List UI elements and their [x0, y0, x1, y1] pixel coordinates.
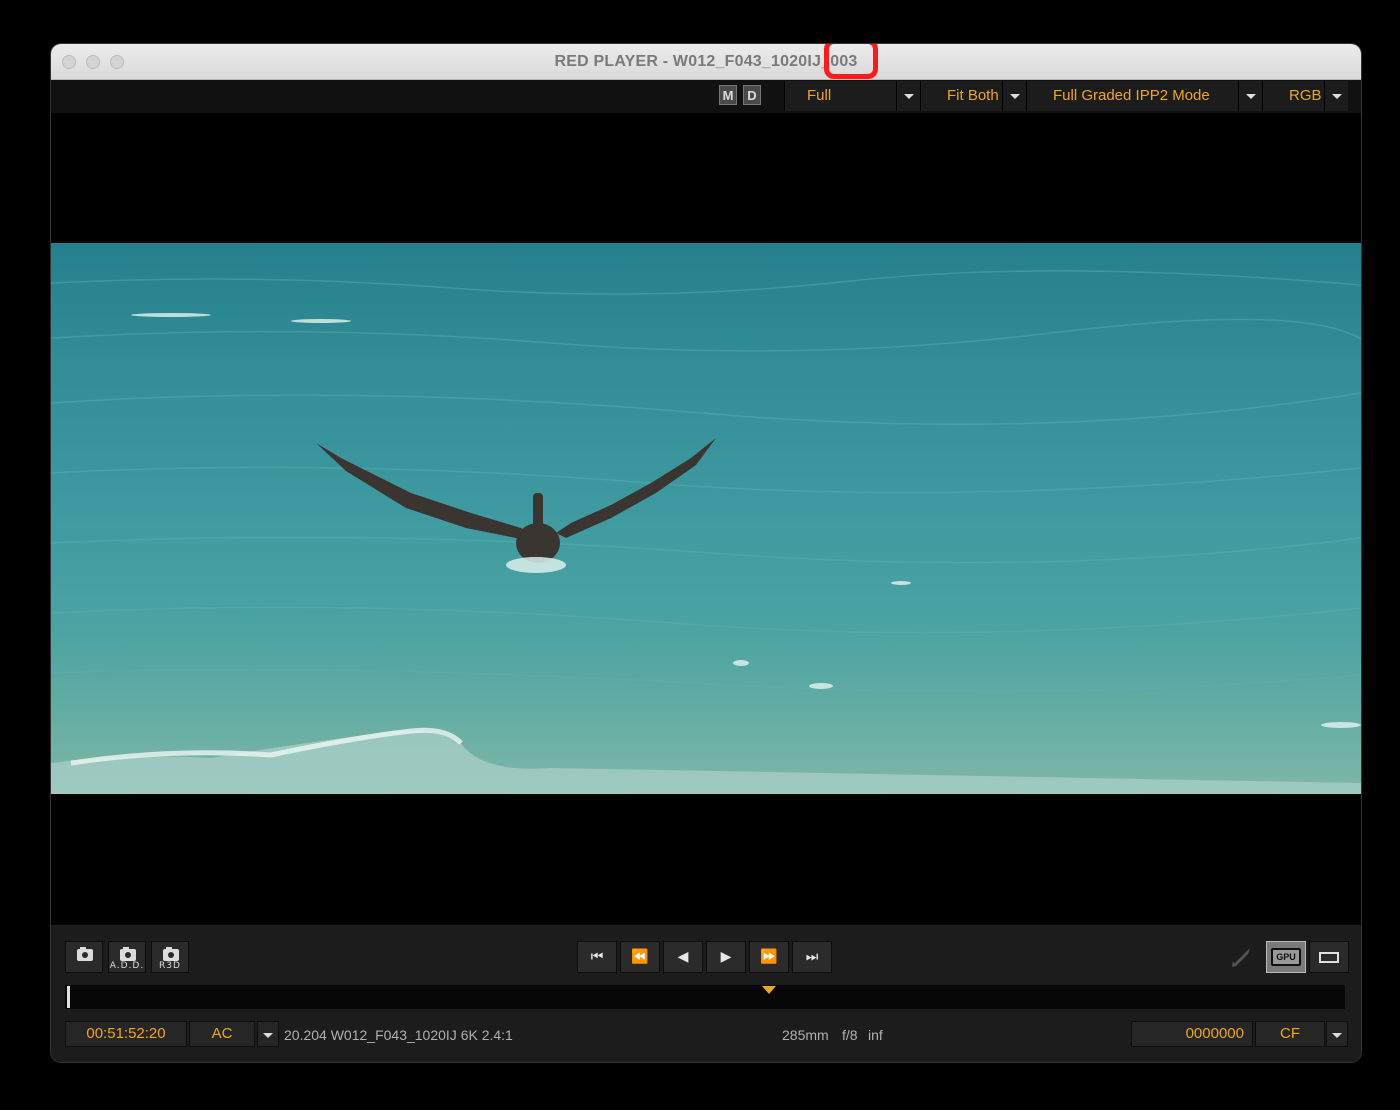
lens-focus-distance: inf	[868, 1027, 883, 1043]
metadata-d-button[interactable]: D	[743, 85, 761, 105]
fullscreen-icon	[1319, 952, 1339, 963]
frame-number-display[interactable]: 0000000	[1131, 1021, 1253, 1047]
lens-focal-length: 285mm	[782, 1027, 829, 1043]
window-title: RED PLAYER - W012_F043_1020IJ_003	[554, 53, 858, 70]
timeline-marker[interactable]	[762, 986, 776, 994]
rocket-icon	[1232, 948, 1250, 967]
video-viewer[interactable]	[51, 113, 1361, 925]
color-channel-value: RGB	[1289, 87, 1322, 104]
control-panel: A.D.D. R3D ⏮ ⏪ ◀ ▶ ⏩ ⏭ GPU 00:51:52:20 A…	[51, 925, 1361, 1062]
decode-mode-value: Full Graded IPP2 Mode	[1053, 87, 1210, 104]
chevron-down-icon[interactable]	[1324, 81, 1348, 111]
resolution-value: Full	[807, 87, 832, 104]
frame-mode[interactable]: CF	[1255, 1021, 1325, 1047]
title-bar[interactable]: RED PLAYER - W012_F043_1020IJ_003	[51, 44, 1361, 80]
status-bar: 00:51:52:20 AC 20.204 W012_F043_1020IJ 6…	[51, 1019, 1361, 1049]
go-to-end-button[interactable]: ⏭	[792, 941, 832, 973]
gpu-label: GPU	[1271, 948, 1301, 966]
timecode-mode-dropdown[interactable]	[257, 1021, 279, 1047]
camera-icon	[163, 947, 179, 961]
play-button[interactable]: ▶	[706, 941, 746, 973]
skip-to-start-icon: ⏮	[590, 949, 604, 965]
fit-dropdown[interactable]: Fit Both	[920, 81, 1026, 111]
top-toolbar: M D Full Fit Both Full Graded IPP2 Mode …	[51, 80, 1361, 113]
timecode-display[interactable]: 00:51:52:20	[65, 1021, 187, 1047]
lens-aperture: f/8	[842, 1027, 858, 1043]
step-back-button[interactable]: ◀	[663, 941, 703, 973]
camera-icon	[77, 947, 93, 961]
ocean-bird-image	[51, 243, 1361, 794]
frame-mode-dropdown[interactable]	[1326, 1021, 1348, 1047]
snapshot-r3d-button[interactable]: R3D	[151, 941, 189, 973]
resolution-dropdown[interactable]: Full	[784, 81, 920, 111]
player-window: RED PLAYER - W012_F043_1020IJ_003 M D Fu…	[51, 44, 1361, 1062]
fast-rewind-button[interactable]: ⏪	[620, 941, 660, 973]
metadata-m-button[interactable]: M	[719, 85, 737, 105]
fast-forward-icon: ⏩	[760, 949, 778, 965]
snapshot-r3d-label: R3D	[159, 961, 181, 971]
timeline-scrubber[interactable]	[65, 985, 1345, 1009]
video-frame	[51, 243, 1361, 794]
snapshot-button[interactable]	[65, 941, 103, 973]
fast-forward-button[interactable]: ⏩	[749, 941, 789, 973]
timecode-mode[interactable]: AC	[189, 1021, 255, 1047]
chevron-down-icon[interactable]	[1002, 81, 1026, 111]
go-to-start-button[interactable]: ⏮	[577, 941, 617, 973]
camera-icon	[120, 947, 136, 961]
playhead[interactable]	[67, 986, 70, 1008]
color-channel-dropdown[interactable]: RGB	[1262, 81, 1348, 111]
fast-rewind-icon: ⏪	[631, 949, 649, 965]
fullscreen-button[interactable]	[1309, 941, 1349, 973]
skip-to-end-icon: ⏭	[805, 949, 819, 965]
clip-info: 20.204 W012_F043_1020IJ 6K 2.4:1	[284, 1027, 513, 1043]
chevron-down-icon[interactable]	[896, 81, 920, 111]
snapshot-add-button[interactable]: A.D.D.	[108, 941, 146, 973]
chevron-down-icon[interactable]	[1238, 81, 1262, 111]
snapshot-add-label: A.D.D.	[109, 961, 145, 971]
play-icon: ▶	[720, 949, 732, 965]
decode-mode-dropdown[interactable]: Full Graded IPP2 Mode	[1026, 81, 1262, 111]
fit-value: Fit Both	[947, 87, 999, 104]
gpu-toggle-button[interactable]: GPU	[1266, 941, 1306, 973]
step-back-icon: ◀	[677, 949, 689, 965]
rocket-button[interactable]	[1223, 941, 1259, 973]
